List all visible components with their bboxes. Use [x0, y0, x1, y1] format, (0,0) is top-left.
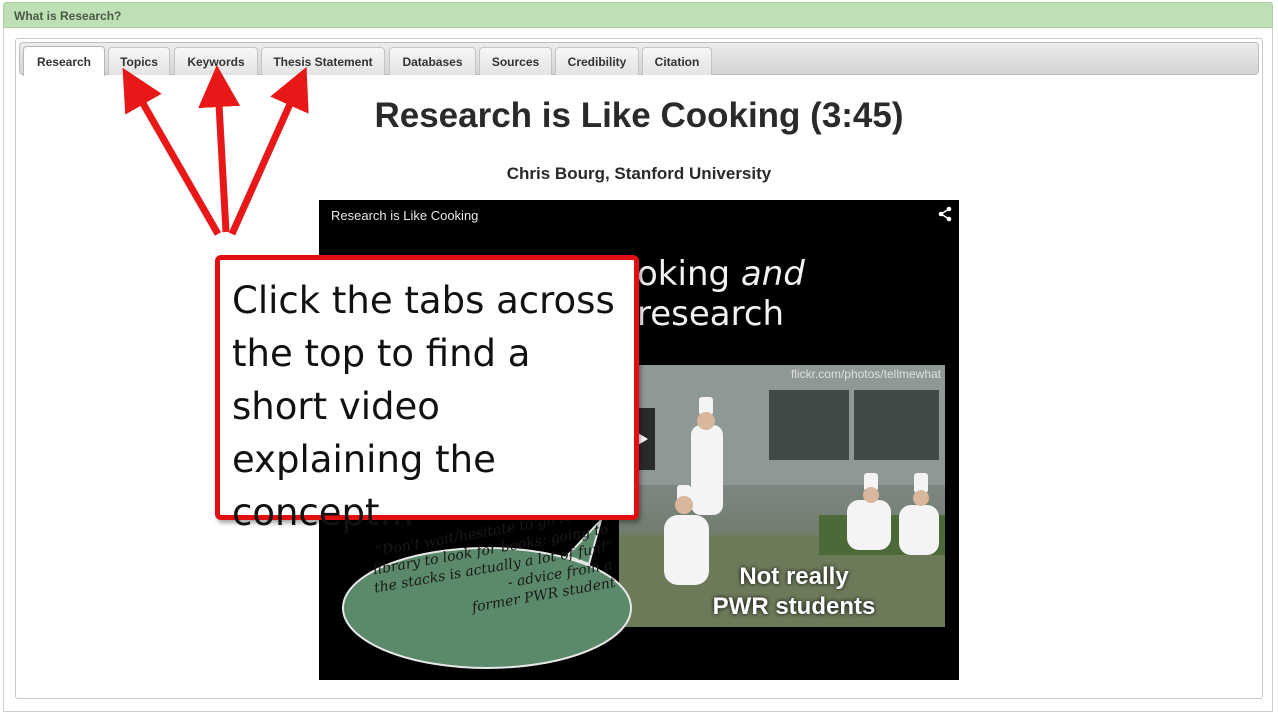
callout-text: Click the tabs across the top to find a …: [232, 279, 615, 534]
content-author: Chris Bourg, Stanford University: [506, 164, 772, 183]
tab-sources[interactable]: Sources: [479, 47, 552, 75]
tab-citation[interactable]: Citation: [642, 47, 712, 75]
slide-heading: oking and research: [637, 254, 805, 334]
tab-credibility[interactable]: Credibility: [555, 47, 639, 75]
photo-caption: Not really PWR students: [712, 563, 876, 620]
panel-header: What is Research?: [3, 2, 1273, 28]
photo-credit: flickr.com/photos/tellmewhat: [790, 367, 941, 381]
tab-thesis-statement[interactable]: Thesis Statement: [261, 47, 385, 75]
instruction-callout: Click the tabs across the top to find a …: [215, 255, 639, 534]
tab-databases[interactable]: Databases: [389, 47, 476, 75]
chefs-photo: flickr.com/photos/tellmewhat Not really …: [619, 365, 945, 627]
tab-topics[interactable]: Topics: [108, 47, 170, 75]
panel-title: What is Research?: [14, 9, 122, 23]
share-icon[interactable]: [937, 206, 953, 222]
tab-research[interactable]: Research: [23, 46, 105, 76]
tab-keywords[interactable]: Keywords: [174, 47, 258, 75]
content-title: Research is Like Cooking (3:45): [374, 96, 904, 135]
video-title[interactable]: Research is Like Cooking: [331, 208, 478, 223]
